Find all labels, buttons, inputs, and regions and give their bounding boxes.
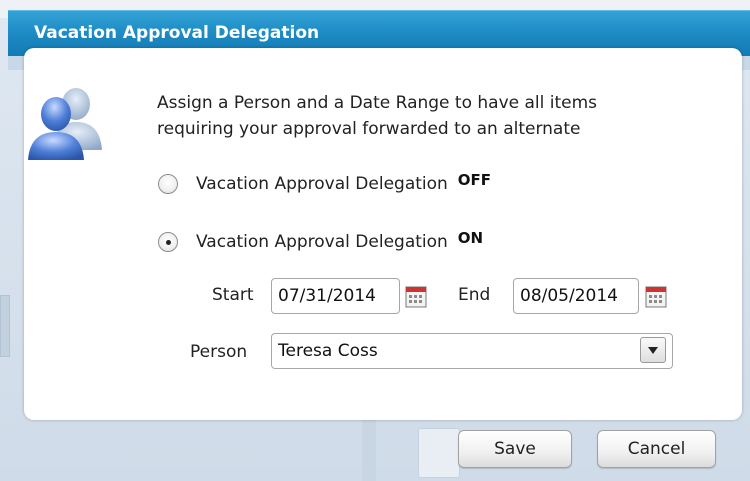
- cancel-button[interactable]: Cancel: [597, 430, 716, 468]
- end-date-label: End: [458, 285, 491, 305]
- calendar-icon[interactable]: [645, 286, 667, 308]
- person-select[interactable]: Teresa Coss: [271, 333, 673, 369]
- start-date-input[interactable]: 07/31/2014: [271, 278, 400, 314]
- delegation-on-state: ON: [457, 229, 484, 247]
- delegation-on-option[interactable]: Vacation Approval Delegation ON: [158, 229, 483, 255]
- delegation-off-state: OFF: [457, 171, 492, 189]
- chevron-down-icon: [648, 346, 658, 354]
- radio-selected-dot: [165, 239, 171, 245]
- delegation-off-option[interactable]: Vacation Approval Delegation OFF: [158, 171, 491, 197]
- start-date-label: Start: [212, 285, 254, 305]
- intro-text: Assign a Person and a Date Range to have…: [157, 90, 597, 142]
- delegation-on-radio[interactable]: [158, 232, 178, 252]
- save-button[interactable]: Save: [458, 430, 572, 468]
- person-dropdown-button[interactable]: [640, 337, 666, 363]
- intro-line-1: Assign a Person and a Date Range to have…: [157, 93, 598, 113]
- person-label: Person: [190, 342, 248, 362]
- calendar-icon[interactable]: [405, 286, 427, 308]
- delegation-off-radio[interactable]: [158, 174, 178, 194]
- delegation-on-label: Vacation Approval Delegation: [196, 232, 448, 252]
- intro-line-2: requiring your approval forwarded to an …: [157, 119, 581, 139]
- end-date-input[interactable]: 08/05/2014: [513, 278, 639, 314]
- dialog-title: Vacation Approval Delegation: [34, 23, 320, 43]
- delegation-off-label: Vacation Approval Delegation: [196, 174, 448, 194]
- people-icon: [28, 88, 102, 160]
